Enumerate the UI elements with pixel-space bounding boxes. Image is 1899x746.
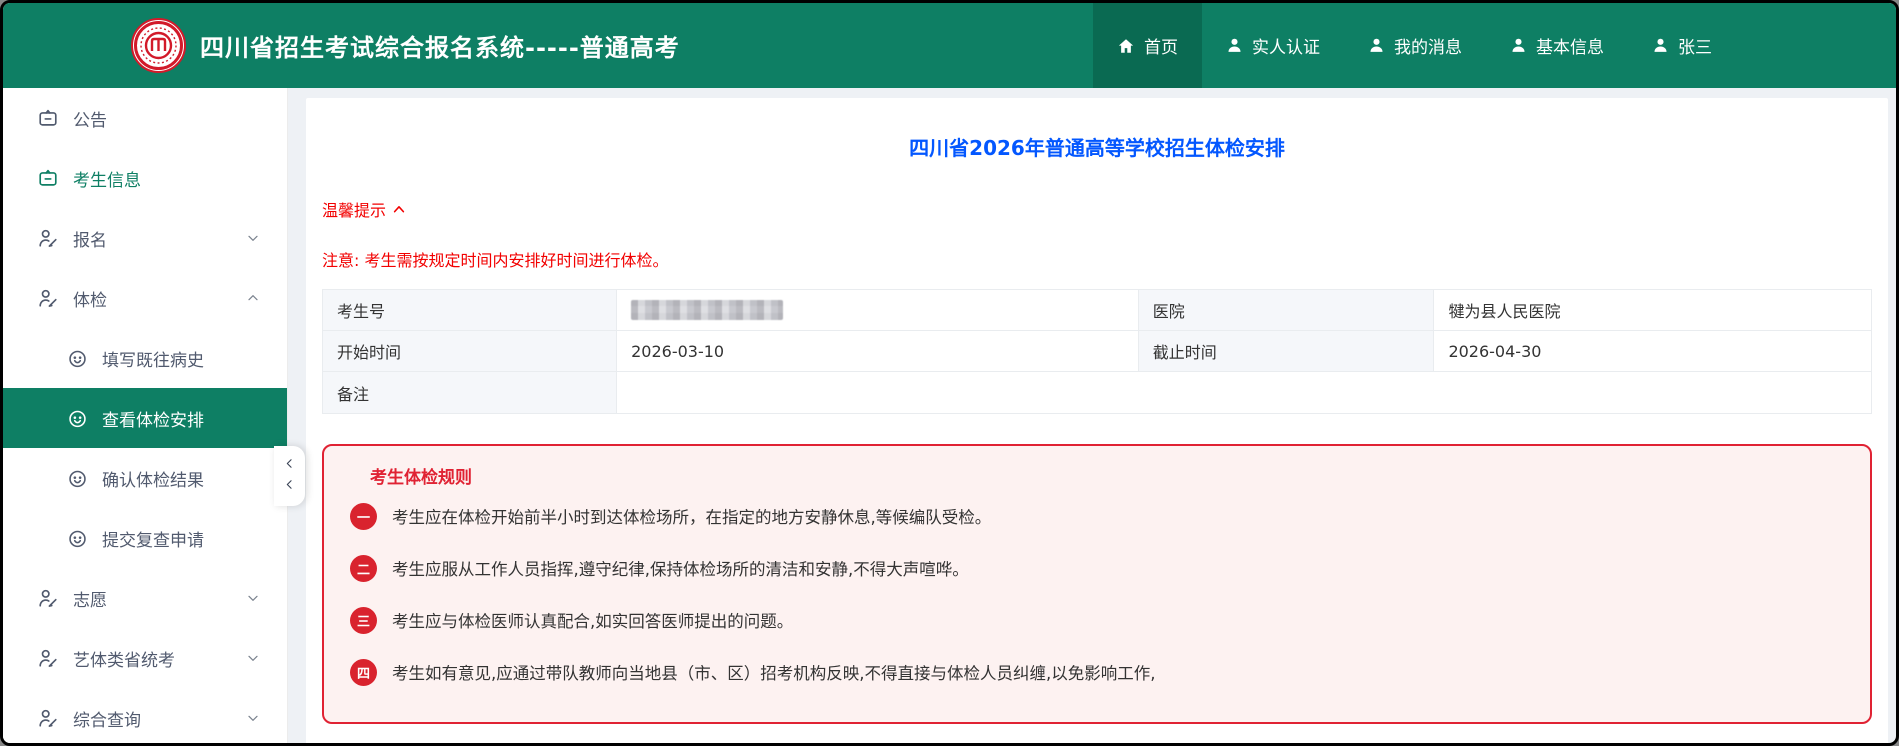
field-value-remarks [617,372,1871,413]
nav-label: 首页 [1144,33,1178,58]
nav-real-person-auth[interactable]: 实人认证 [1202,3,1344,88]
rule-number-badge: 二 [350,555,377,582]
sidebar-item-label: 公告 [73,106,107,131]
sidebar-item-label: 确认体检结果 [102,466,204,491]
sidebar-collapse-handle[interactable] [274,446,305,506]
rule-text: 考生应在体检开始前半小时到达体检场所，在指定的地方安静休息,等候编队受检。 [392,504,991,528]
smiley-icon [67,348,88,369]
main-area: 四川省2026年普通高等学校招生体检安排 温馨提示 注意: 考生需按规定时间内安… [288,88,1896,746]
rule-item-4: 四 考生如有意见,应通过带队教师向当地县（市、区）招考机构反映,不得直接与体检人… [350,646,1844,698]
sidebar-item-submit-recheck-request[interactable]: 提交复查申请 [3,508,287,568]
sidebar-item-medical-history[interactable]: 填写既往病史 [3,328,287,388]
notice-board-icon [37,167,59,189]
warm-tips-toggle[interactable]: 温馨提示 [322,197,406,221]
chevron-down-icon [245,710,261,726]
sidebar-item-preferences[interactable]: 志愿 [3,568,287,628]
caret-up-icon [392,200,406,219]
chevron-left-icon [282,456,297,475]
chevron-down-icon [245,590,261,606]
rule-text: 考生应与体检医师认真配合,如实回答医师提出的问题。 [392,608,793,632]
user-icon [1368,37,1385,54]
rule-number-badge: 三 [350,607,377,634]
sidebar-item-label: 提交复查申请 [102,526,204,551]
smiley-icon [67,408,88,429]
sidebar-item-view-exam-schedule[interactable]: 查看体检安排 [3,388,287,448]
exam-schedule-table: 考生号 医院 犍为县人民医院 开始时间 2026-03-10 截止时间 2026… [322,289,1872,414]
sidebar-item-arts-sports-exam[interactable]: 艺体类省统考 [3,628,287,688]
home-icon [1117,37,1135,55]
nav-basic-info[interactable]: 基本信息 [1486,3,1628,88]
warm-tips-label: 温馨提示 [322,197,386,221]
user-icon [1510,37,1527,54]
content-card: 四川省2026年普通高等学校招生体检安排 温馨提示 注意: 考生需按规定时间内安… [306,98,1888,746]
smiley-icon [67,528,88,549]
sidebar-item-confirm-exam-result[interactable]: 确认体检结果 [3,448,287,508]
nav-label: 我的消息 [1394,33,1462,58]
sichuan-exam-seal-logo [131,18,186,73]
user-icon [1652,37,1669,54]
page-title: 四川省2026年普通高等学校招生体检安排 [322,98,1872,161]
exam-notice-text: 注意: 考生需按规定时间内安排好时间进行体检。 [322,247,1872,271]
sidebar-item-physical-exam[interactable]: 体检 [3,268,287,328]
smiley-icon [67,468,88,489]
rule-text: 考生应服从工作人员指挥,遵守纪律,保持体检场所的清洁和安静,不得大声喧哗。 [392,556,969,580]
exam-rules-box: 考生体检规则 一 考生应在体检开始前半小时到达体检场所，在指定的地方安静休息,等… [322,444,1872,724]
field-value-hospital: 犍为县人民医院 [1434,290,1871,331]
rule-item-2: 二 考生应服从工作人员指挥,遵守纪律,保持体检场所的清洁和安静,不得大声喧哗。 [350,542,1844,594]
person-edit-icon [37,587,59,609]
field-label-candidate-no: 考生号 [323,290,617,331]
app-title: 四川省招生考试综合报名系统-----普通高考 [200,28,680,63]
sidebar-item-announcements[interactable]: 公告 [3,88,287,148]
sidebar-item-label: 综合查询 [73,706,141,731]
nav-home[interactable]: 首页 [1093,3,1202,88]
person-edit-icon [37,647,59,669]
sidebar: 公告 考生信息 报名 体检 [3,88,288,746]
app-window: 四川省招生考试综合报名系统-----普通高考 首页 实人认证 我的消息 [0,0,1899,746]
rules-title: 考生体检规则 [370,466,1844,490]
field-value-start-time: 2026-03-10 [617,331,1139,372]
sidebar-item-label: 报名 [73,226,107,251]
nav-my-messages[interactable]: 我的消息 [1344,3,1486,88]
person-edit-icon [37,707,59,729]
top-nav: 首页 实人认证 我的消息 基本信息 [1093,3,1896,88]
rule-text: 考生如有意见,应通过带队教师向当地县（市、区）招考机构反映,不得直接与体检人员纠… [392,660,1155,684]
nav-label: 张三 [1678,33,1712,58]
chevron-down-icon [245,650,261,666]
app-header: 四川省招生考试综合报名系统-----普通高考 首页 实人认证 我的消息 [3,3,1896,88]
sidebar-item-label: 查看体检安排 [102,406,204,431]
chevron-down-icon [245,230,261,246]
rule-number-badge: 一 [350,503,377,530]
field-label-remarks: 备注 [323,372,617,413]
field-label-start-time: 开始时间 [323,331,617,372]
rule-item-1: 一 考生应在体检开始前半小时到达体检场所，在指定的地方安静休息,等候编队受检。 [350,490,1844,542]
notice-board-icon [37,107,59,129]
sidebar-item-label: 填写既往病史 [102,346,204,371]
sidebar-item-label: 志愿 [73,586,107,611]
chevron-up-icon [245,290,261,306]
field-label-hospital: 医院 [1139,290,1435,331]
sidebar-item-candidate-info[interactable]: 考生信息 [3,148,287,208]
sidebar-item-label: 体检 [73,286,107,311]
sidebar-item-label: 考生信息 [73,166,141,191]
nav-user-zhangsan[interactable]: 张三 [1628,3,1736,88]
field-label-end-time: 截止时间 [1139,331,1435,372]
rule-item-3: 三 考生应与体检医师认真配合,如实回答医师提出的问题。 [350,594,1844,646]
field-value-candidate-no [617,290,1139,331]
person-edit-icon [37,287,59,309]
redacted-candidate-number [631,300,783,320]
user-icon [1226,37,1243,54]
chevron-left-icon [282,477,297,496]
field-value-end-time: 2026-04-30 [1434,331,1871,372]
sidebar-item-registration[interactable]: 报名 [3,208,287,268]
person-edit-icon [37,227,59,249]
nav-label: 实人认证 [1252,33,1320,58]
sidebar-item-label: 艺体类省统考 [73,646,175,671]
nav-label: 基本信息 [1536,33,1604,58]
sidebar-item-comprehensive-query[interactable]: 综合查询 [3,688,287,746]
rule-number-badge: 四 [350,659,377,686]
